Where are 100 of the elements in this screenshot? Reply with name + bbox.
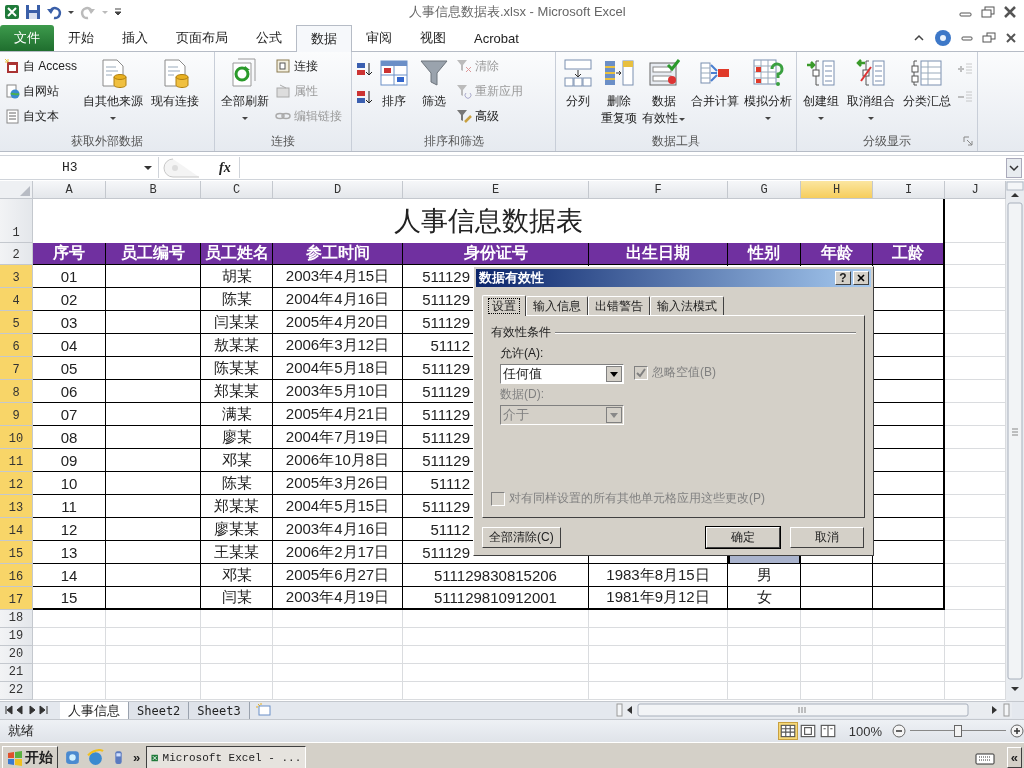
- ribbon-button[interactable]: 高级: [456, 105, 523, 127]
- ribbon-tab[interactable]: 插入: [108, 25, 162, 51]
- row-header[interactable]: 1: [0, 199, 33, 243]
- row-header[interactable]: 8: [0, 380, 33, 403]
- ribbon-button[interactable]: 自文本: [4, 105, 77, 127]
- ribbon-button[interactable]: 数据 有效性: [641, 55, 687, 129]
- ribbon-tab[interactable]: 数据: [296, 25, 352, 52]
- ribbon-button[interactable]: 自 Access: [4, 55, 77, 77]
- dialog-button[interactable]: 取消: [790, 527, 864, 548]
- row-header[interactable]: 4: [0, 288, 33, 311]
- dialog-button[interactable]: 确定: [706, 527, 780, 548]
- row-header[interactable]: 6: [0, 334, 33, 357]
- view-mode-icon[interactable]: [798, 723, 817, 739]
- ribbon-button[interactable]: 模拟分析: [743, 55, 792, 124]
- row-header[interactable]: 14: [0, 518, 33, 541]
- view-mode-icon[interactable]: [818, 723, 837, 739]
- keyboard-icon[interactable]: [974, 750, 995, 765]
- row-header[interactable]: 22: [0, 682, 33, 700]
- zoom-level[interactable]: 100%: [848, 723, 882, 739]
- ribbon-button[interactable]: 自网站: [4, 80, 77, 102]
- help-icon[interactable]: [934, 29, 952, 47]
- column-header[interactable]: B: [106, 181, 201, 199]
- ribbon-tab[interactable]: 视图: [406, 25, 460, 51]
- column-header[interactable]: J: [945, 181, 1006, 199]
- sort-ascending-icon[interactable]: [356, 61, 372, 77]
- name-box[interactable]: H3: [0, 157, 159, 178]
- view-mode-icon[interactable]: [778, 723, 797, 739]
- sheet-tab[interactable]: Sheet3: [189, 702, 250, 719]
- row-header[interactable]: 5: [0, 311, 33, 334]
- ribbon-button[interactable]: 全部刷新: [219, 55, 271, 124]
- ribbon-button[interactable]: 分类汇总: [901, 55, 953, 112]
- expand-icon[interactable]: [1006, 157, 1022, 178]
- restore-icon[interactable]: [980, 6, 996, 18]
- start-button[interactable]: 开始: [2, 746, 58, 768]
- row-header[interactable]: 20: [0, 646, 33, 664]
- ribbon-tab[interactable]: 开始: [54, 25, 108, 51]
- ribbon-button[interactable]: 创建组: [801, 55, 841, 124]
- column-header[interactable]: D: [273, 181, 403, 199]
- dialog-tab[interactable]: 设置: [482, 295, 526, 316]
- row-header[interactable]: 13: [0, 495, 33, 518]
- row-header[interactable]: 9: [0, 403, 33, 426]
- help-button[interactable]: ?: [835, 271, 851, 285]
- row-header[interactable]: 7: [0, 357, 33, 380]
- ribbon-button[interactable]: 现有连接: [149, 55, 201, 112]
- row-header[interactable]: 18: [0, 610, 33, 628]
- app-icon[interactable]: [64, 749, 81, 766]
- horizontal-scrollbar[interactable]: [616, 702, 1012, 718]
- customize-icon[interactable]: [114, 7, 122, 17]
- row-header[interactable]: 11: [0, 449, 33, 472]
- save-icon[interactable]: [25, 4, 41, 20]
- excel-logo-icon[interactable]: [4, 4, 20, 20]
- ribbon-tab[interactable]: 公式: [242, 25, 296, 51]
- sheet-tab[interactable]: 人事信息: [60, 702, 129, 719]
- sheet-tab[interactable]: Sheet2: [129, 702, 190, 719]
- ribbon-button[interactable]: 分列: [560, 55, 596, 112]
- row-header[interactable]: 15: [0, 541, 33, 564]
- ribbon-tab[interactable]: 文件: [0, 25, 54, 51]
- ribbon-button[interactable]: 删除 重复项: [600, 55, 638, 129]
- ribbon-button[interactable]: 筛选: [416, 55, 452, 112]
- dialog-tab[interactable]: 输入法模式: [650, 296, 724, 315]
- undo-icon[interactable]: [46, 4, 62, 20]
- column-header[interactable]: F: [589, 181, 728, 199]
- show-tray-button[interactable]: «: [1006, 747, 1022, 768]
- row-header[interactable]: 17: [0, 587, 33, 610]
- insert-function-button[interactable]: fx: [219, 159, 239, 176]
- row-header[interactable]: 21: [0, 664, 33, 682]
- close-icon[interactable]: [1004, 32, 1018, 44]
- ribbon-button[interactable]: 合并计算: [690, 55, 740, 112]
- ribbon-button[interactable]: 取消组合: [845, 55, 897, 124]
- zoom-out-icon[interactable]: [892, 724, 906, 738]
- column-header[interactable]: A: [33, 181, 106, 199]
- ribbon-tab[interactable]: 审阅: [352, 25, 406, 51]
- row-header[interactable]: 3: [0, 265, 33, 288]
- restore-icon[interactable]: [982, 32, 996, 44]
- more-button[interactable]: »: [133, 750, 141, 765]
- sort-descending-icon[interactable]: [356, 89, 372, 105]
- ribbon-tab[interactable]: 页面布局: [162, 25, 242, 51]
- allow-dropdown[interactable]: 任何值: [500, 364, 624, 384]
- row-header[interactable]: 19: [0, 628, 33, 646]
- vertical-scrollbar[interactable]: [1006, 181, 1024, 701]
- dialog-tab[interactable]: 出错警告: [588, 296, 650, 315]
- ribbon-tab[interactable]: Acrobat: [460, 25, 533, 51]
- zoom-slider-thumb[interactable]: [954, 725, 962, 737]
- close-icon[interactable]: [1002, 6, 1018, 18]
- taskbar-button[interactable]: Microsoft Excel - ...: [146, 746, 307, 768]
- ribbon-button[interactable]: 自其他来源: [81, 55, 145, 124]
- row-header[interactable]: 16: [0, 564, 33, 587]
- column-header[interactable]: C: [201, 181, 273, 199]
- close-button[interactable]: [853, 271, 869, 285]
- column-header[interactable]: H: [801, 181, 873, 199]
- row-header[interactable]: 12: [0, 472, 33, 495]
- dialog-tab[interactable]: 输入信息: [526, 296, 588, 315]
- row-header[interactable]: 10: [0, 426, 33, 449]
- row-header[interactable]: 2: [0, 243, 33, 265]
- zoom-in-icon[interactable]: [1010, 724, 1024, 738]
- ribbon-button[interactable]: 连接: [275, 55, 342, 77]
- column-header[interactable]: I: [873, 181, 945, 199]
- dialog-launcher-icon[interactable]: [963, 136, 973, 146]
- column-header[interactable]: G: [728, 181, 801, 199]
- dialog-button[interactable]: 全部清除(C): [482, 527, 561, 548]
